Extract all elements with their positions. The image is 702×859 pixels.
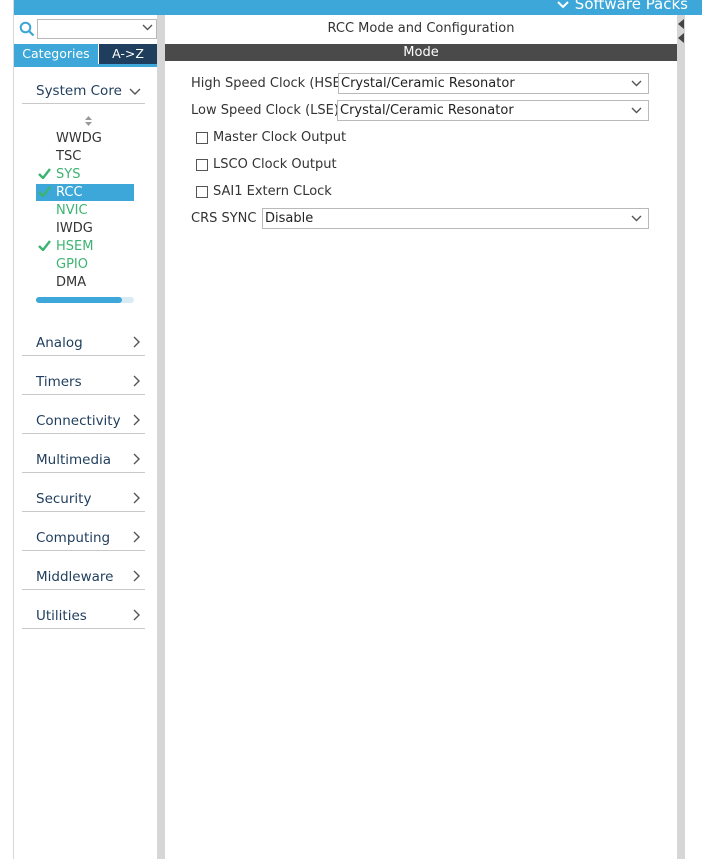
master-clock-output-checkbox[interactable] [196, 132, 208, 144]
category-timers[interactable]: Timers [22, 356, 145, 395]
category-analog[interactable]: Analog [22, 317, 145, 356]
crs-sync-select-value: Disable [265, 211, 314, 226]
peripheral-label: RCC [56, 185, 83, 200]
category-connectivity[interactable]: Connectivity [22, 395, 145, 434]
peripheral-label: GPIO [56, 257, 88, 272]
category-computing[interactable]: Computing [22, 512, 145, 551]
rcc-config-panel: RCC Mode and Configuration Mode High Spe… [165, 15, 677, 859]
category-label: Multimedia [36, 452, 112, 468]
checkbox-label: Master Clock Output [213, 130, 347, 145]
chevron-down-icon [631, 215, 642, 222]
peripheral-sys[interactable]: SYS [36, 166, 134, 183]
category-label: Security [36, 491, 92, 507]
collapse-arrows-icon[interactable] [677, 17, 685, 45]
category-label: Middleware [36, 569, 114, 585]
category-label: Computing [36, 530, 111, 546]
software-packs-label: Software Packs [574, 0, 688, 13]
lse-select-value: Crystal/Ceramic Resonator [340, 103, 514, 118]
tab-a-to-z[interactable]: A->Z [99, 44, 157, 64]
sidebar-scrollbar[interactable] [157, 15, 165, 859]
category-multimedia[interactable]: Multimedia [22, 434, 145, 473]
peripheral-label: WWDG [56, 131, 102, 146]
checkbox-label: LSCO Clock Output [213, 157, 337, 172]
category-label: Analog [36, 335, 83, 351]
chevron-right-icon [133, 570, 140, 582]
right-edge [685, 15, 702, 859]
peripheral-dma[interactable]: DMA [36, 274, 134, 291]
peripheral-nvic[interactable]: NVIC [36, 202, 134, 219]
chevron-down-icon [557, 0, 569, 8]
peripheral-label: IWDG [56, 221, 93, 236]
chevron-right-icon [133, 492, 140, 504]
search-icon[interactable] [19, 21, 35, 37]
checkbox-label: SAI1 Extern CLock [213, 184, 332, 199]
chevron-right-icon [133, 375, 140, 387]
top-bar: Software Packs [14, 0, 702, 15]
mode-section-header: Mode [165, 44, 677, 61]
peripheral-label: DMA [56, 275, 87, 290]
hse-select-value: Crystal/Ceramic Resonator [341, 76, 515, 91]
check-icon [38, 240, 51, 251]
hse-row: High Speed Clock (HSE) Crystal/Ceramic R… [191, 73, 651, 95]
search-row [14, 18, 157, 40]
peripheral-iwdg[interactable]: IWDG [36, 220, 134, 237]
hse-label: High Speed Clock (HSE) [191, 76, 346, 91]
left-gutter [0, 0, 14, 859]
category-label: Connectivity [36, 413, 121, 429]
list-scroll-thumb[interactable] [36, 297, 123, 303]
category-label: Utilities [36, 608, 87, 624]
crs-sync-row: CRS SYNC Disable [191, 208, 651, 230]
panel-scrollbar[interactable] [677, 15, 685, 859]
tab-categories[interactable]: Categories [14, 44, 98, 64]
chevron-right-icon [133, 453, 140, 465]
sidebar: Categories A->Z System Core WWDG TSC SYS… [14, 15, 157, 859]
panel-title: RCC Mode and Configuration [327, 21, 515, 36]
lsco-clock-output-checkbox[interactable] [196, 159, 208, 171]
list-scroll-bar[interactable] [36, 297, 134, 303]
category-label: Timers [36, 374, 82, 390]
category-middleware[interactable]: Middleware [22, 551, 145, 590]
search-input[interactable] [37, 19, 157, 39]
chevron-down-icon[interactable] [142, 24, 153, 31]
peripheral-label: TSC [56, 149, 82, 164]
peripheral-tsc[interactable]: TSC [36, 148, 134, 165]
sai1-extern-clock-checkbox[interactable] [196, 186, 208, 198]
chevron-right-icon [133, 414, 140, 426]
peripheral-hsem[interactable]: HSEM [36, 238, 134, 255]
lse-label: Low Speed Clock (LSE) [191, 103, 339, 118]
chevron-right-icon [133, 609, 140, 621]
category-system-core[interactable]: System Core [22, 65, 145, 104]
chevron-right-icon [133, 531, 140, 543]
sort-icon[interactable] [84, 115, 93, 127]
peripheral-label: SYS [56, 167, 81, 182]
category-security[interactable]: Security [22, 473, 145, 512]
chevron-down-icon [631, 80, 642, 87]
software-packs-menu[interactable]: Software Packs [557, 0, 688, 13]
peripheral-wwdg[interactable]: WWDG [36, 130, 134, 147]
peripheral-label: HSEM [56, 239, 94, 254]
chevron-right-icon [133, 336, 140, 348]
check-icon [38, 168, 51, 179]
category-utilities[interactable]: Utilities [22, 590, 145, 629]
peripheral-label: NVIC [56, 203, 88, 218]
crs-sync-label: CRS SYNC [191, 211, 257, 226]
chevron-down-icon [631, 107, 642, 114]
crs-sync-select[interactable]: Disable [262, 208, 649, 229]
hse-select[interactable]: Crystal/Ceramic Resonator [338, 73, 649, 94]
chevron-down-icon [129, 88, 141, 95]
peripheral-rcc[interactable]: RCC [36, 184, 134, 201]
lse-row: Low Speed Clock (LSE) Crystal/Ceramic Re… [191, 100, 651, 122]
check-icon [38, 186, 51, 197]
lse-select[interactable]: Crystal/Ceramic Resonator [337, 100, 649, 121]
view-tabs: Categories A->Z [14, 44, 157, 67]
category-label: System Core [36, 83, 122, 99]
peripheral-gpio[interactable]: GPIO [36, 256, 134, 273]
